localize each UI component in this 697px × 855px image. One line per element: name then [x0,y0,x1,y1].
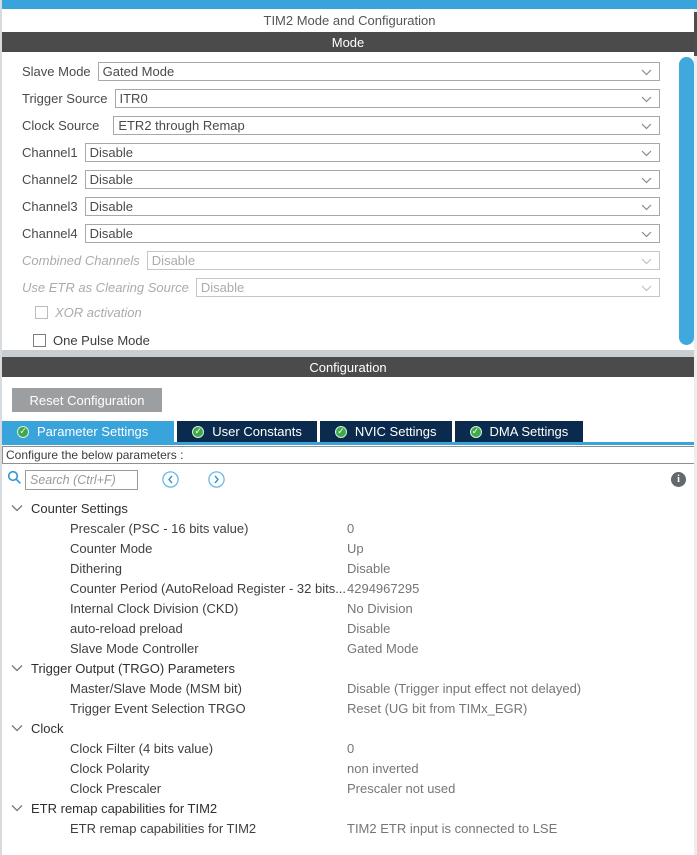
combined-channels-label: Combined Channels [22,253,140,268]
channel3-select[interactable]: Disable [84,197,660,216]
info-icon[interactable]: i [671,472,686,487]
horizontal-scrollbar-track[interactable] [2,350,697,357]
chevron-down-icon [641,91,652,106]
tab-parameter-settings[interactable]: ✓ Parameter Settings [2,421,175,442]
mode-row: Slave Mode Gated Mode [22,62,660,81]
mode-section-header: Mode [2,32,694,52]
chevron-down-icon[interactable] [11,724,23,732]
tree-param-row[interactable]: auto-reload preload Disable [2,618,697,638]
tree-param-row[interactable]: Clock Prescaler Prescaler not used [2,778,697,798]
tree-param-row[interactable]: Dithering Disable [2,558,697,578]
chevron-down-icon[interactable] [11,504,23,512]
trigger-source-label: Trigger Source [22,91,108,106]
channel4-label: Channel4 [22,226,78,241]
chevron-down-icon[interactable] [11,804,23,812]
page-title: TIM2 Mode and Configuration [2,9,697,32]
channel1-select[interactable]: Disable [84,143,660,162]
tree-param-row[interactable]: Slave Mode Controller Gated Mode [2,638,697,658]
trigger-source-select[interactable]: ITR0 [114,89,660,108]
check-circle-icon: ✓ [334,425,347,438]
channel1-label: Channel1 [22,145,78,160]
channel4-select[interactable]: Disable [84,224,660,243]
tim2-config-panel: TIM2 Mode and Configuration Mode Slave M… [0,0,697,855]
combined-channels-select: Disable [146,251,660,270]
xor-activation-checkbox [35,305,48,319]
chevron-down-icon [641,145,652,160]
chevron-down-icon [641,64,652,79]
xor-activation-checkbox-row: XOR activation [35,304,697,320]
reset-configuration-button[interactable]: Reset Configuration [12,388,162,412]
mode-row: Channel2 Disable [22,170,660,189]
tree-group-clock[interactable]: Clock [2,718,697,738]
chevron-down-icon [641,226,652,241]
one-pulse-mode-label: One Pulse Mode [53,332,150,348]
chevron-down-icon [641,253,652,268]
xor-activation-label: XOR activation [55,304,142,320]
check-circle-icon: ✓ [469,425,482,438]
tree-param-row[interactable]: Clock Polarity non inverted [2,758,697,778]
top-accent-bar [2,0,697,9]
chevron-down-icon [641,280,652,295]
mode-row: Channel1 Disable [22,143,660,162]
mode-row: Trigger Source ITR0 [22,89,660,108]
one-pulse-mode-checkbox-row[interactable]: One Pulse Mode [33,332,697,348]
chevron-down-icon [641,118,652,133]
tree-param-row[interactable]: Master/Slave Mode (MSM bit) Disable (Tri… [2,678,697,698]
configure-parameters-label: Configure the below parameters : [2,446,696,464]
tree-param-row[interactable]: Prescaler (PSC - 16 bits value) 0 [2,518,697,538]
chevron-down-icon [641,199,652,214]
previous-result-button[interactable] [162,471,179,488]
mode-panel: Slave Mode Gated Mode Trigger Source ITR… [2,52,697,350]
tab-nvic-settings[interactable]: ✓ NVIC Settings [319,421,452,442]
tree-group-etr-remap[interactable]: ETR remap capabilities for TIM2 [2,798,697,818]
mode-row: Combined Channels Disable [22,251,660,270]
chevron-down-icon [641,172,652,187]
slave-mode-label: Slave Mode [22,64,91,79]
tree-param-row[interactable]: Internal Clock Division (CKD) No Divisio… [2,598,697,618]
clock-source-select[interactable]: ETR2 through Remap [113,116,660,135]
mode-row: Clock Source ETR2 through Remap [22,116,660,135]
search-icon [7,470,22,490]
clock-source-label: Clock Source [22,118,100,133]
tree-param-row[interactable]: Clock Filter (4 bits value) 0 [2,738,697,758]
tab-underline [2,442,697,445]
channel3-label: Channel3 [22,199,78,214]
config-tabs: ✓ Parameter Settings ✓ User Constants ✓ … [2,421,697,442]
etr-clearing-source-select: Disable [195,278,660,297]
channel2-label: Channel2 [22,172,78,187]
tab-user-constants[interactable]: ✓ User Constants [177,421,317,442]
mode-row: Channel4 Disable [22,224,660,243]
etr-clearing-source-label: Use ETR as Clearing Source [22,280,189,295]
chevron-down-icon[interactable] [11,664,23,672]
check-circle-icon: ✓ [17,425,29,438]
search-row: i [2,464,697,495]
next-result-button[interactable] [208,471,225,488]
check-circle-icon: ✓ [192,425,205,438]
mode-scrollbar-thumb[interactable] [679,57,694,345]
tree-param-row[interactable]: Trigger Event Selection TRGO Reset (UG b… [2,698,697,718]
parameters-tree: Counter Settings Prescaler (PSC - 16 bit… [2,495,697,838]
tab-dma-settings[interactable]: ✓ DMA Settings [454,421,584,442]
tree-param-row[interactable]: Counter Period (AutoReload Register - 32… [2,578,697,598]
mode-row: Use ETR as Clearing Source Disable [22,278,660,297]
tree-param-row[interactable]: Counter Mode Up [2,538,697,558]
tree-group-trigger-output[interactable]: Trigger Output (TRGO) Parameters [2,658,697,678]
slave-mode-select[interactable]: Gated Mode [97,62,660,81]
channel2-select[interactable]: Disable [84,170,660,189]
configuration-section-header: Configuration [2,357,694,377]
one-pulse-mode-checkbox[interactable] [33,333,46,347]
mode-row: Channel3 Disable [22,197,660,216]
search-input[interactable] [25,469,138,490]
tree-param-row[interactable]: ETR remap capabilities for TIM2 TIM2 ETR… [2,818,697,838]
tree-group-counter-settings[interactable]: Counter Settings [2,498,697,518]
